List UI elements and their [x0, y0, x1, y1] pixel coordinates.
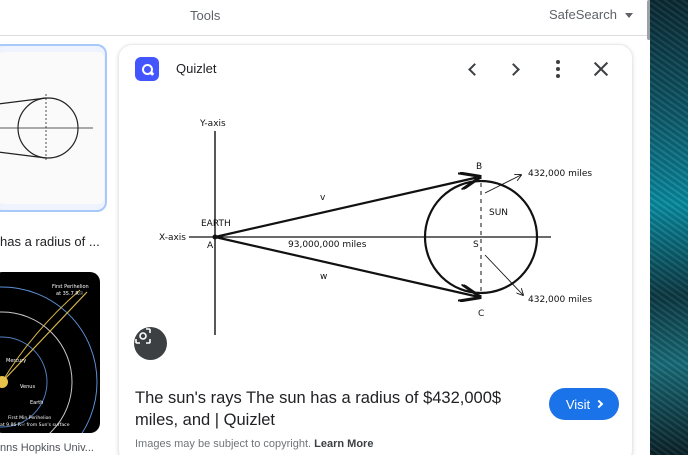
w-label: w	[320, 272, 327, 282]
quizlet-logo-icon[interactable]	[135, 57, 159, 81]
radius-label-bottom: 432,000 miles	[528, 295, 592, 305]
caret-down-icon	[624, 12, 633, 18]
y-axis-label: Y-axis	[199, 119, 226, 129]
top-toolbar: Tools SafeSearch	[0, 0, 650, 36]
result-caption[interactable]: nns Hopkins Univ...	[0, 442, 94, 454]
chevron-left-icon	[467, 62, 481, 76]
preview-image[interactable]: Y-axis X-axis EARTH A B C S SUN v w 93,0…	[119, 93, 632, 376]
orbit-thumbnail: First Perihelion at 35.7 R☉ Mercury Venu…	[0, 284, 98, 433]
results-column: has a radius of ... First Perihelion at …	[0, 36, 112, 455]
point-a	[212, 234, 218, 240]
first-perihelion-dist-label: at 35.7 R☉	[56, 291, 83, 297]
chevron-right-icon	[506, 62, 520, 76]
next-button[interactable]	[501, 55, 529, 83]
earth-label: EARTH	[201, 219, 231, 229]
distance-label: 93,000,000 miles	[288, 240, 367, 250]
google-lens-icon	[135, 328, 151, 344]
final-perihelion-dist-label: at 9.86 R☉ from Sun's surface	[0, 422, 70, 428]
more-options-button[interactable]	[544, 55, 572, 83]
radius-arrow-top	[484, 175, 521, 194]
point-s-label: S	[473, 240, 479, 250]
visit-label: Visit	[565, 396, 591, 412]
adjacent-result-image[interactable]	[650, 0, 688, 455]
x-axis-label: X-axis	[159, 233, 186, 243]
result-caption[interactable]: has a radius of ...	[0, 234, 100, 249]
chevron-right-small-icon	[594, 399, 604, 409]
image-search-page: Tools SafeSearch has a radius of ... Fir…	[0, 0, 688, 455]
safesearch-label: SafeSearch	[549, 7, 617, 22]
ray-v	[214, 177, 479, 239]
preview-header: Quizlet	[119, 45, 632, 93]
previous-button[interactable]	[458, 55, 486, 83]
mercury-label: Mercury	[6, 358, 26, 364]
result-thumbnail[interactable]: First Perihelion at 35.7 R☉ Mercury Venu…	[0, 272, 100, 433]
image-texture	[650, 0, 688, 455]
more-vert-icon	[556, 60, 560, 78]
radius-label-top: 432,000 miles	[528, 169, 592, 179]
tools-button[interactable]: Tools	[190, 8, 220, 23]
result-thumbnail-selected[interactable]	[0, 44, 107, 212]
google-lens-button[interactable]	[134, 327, 167, 360]
source-name[interactable]: Quizlet	[176, 61, 216, 76]
point-a-label: A	[207, 241, 214, 251]
copyright-text: Images may be subject to copyright.	[135, 438, 312, 450]
v-label: v	[320, 193, 326, 203]
close-icon	[594, 62, 608, 76]
image-preview-panel: Quizlet Y-axis X-axis EARTH A B C S SUN …	[118, 44, 633, 455]
point-b-label: B	[476, 162, 482, 172]
thumbnail-image	[0, 52, 104, 204]
close-button[interactable]	[587, 55, 615, 83]
learn-more-link[interactable]: Learn More	[314, 438, 373, 450]
venus-label: Venus	[20, 384, 35, 390]
earth-label: Earth	[30, 400, 43, 406]
thumbnail-diagram	[0, 94, 93, 162]
visit-button[interactable]: Visit	[549, 388, 619, 420]
sun-label: SUN	[489, 208, 508, 218]
final-perihelion-label: First Min Perihelion	[8, 415, 51, 421]
copyright-notice: Images may be subject to copyright. Lear…	[135, 438, 373, 450]
safesearch-dropdown[interactable]: SafeSearch	[549, 7, 633, 22]
point-c-label: C	[478, 309, 484, 319]
first-perihelion-label: First Perihelion	[52, 284, 89, 290]
result-title[interactable]: The sun's rays The sun has a radius of $…	[135, 387, 535, 431]
sun-rays-diagram: Y-axis X-axis EARTH A B C S SUN v w 93,0…	[159, 119, 592, 335]
